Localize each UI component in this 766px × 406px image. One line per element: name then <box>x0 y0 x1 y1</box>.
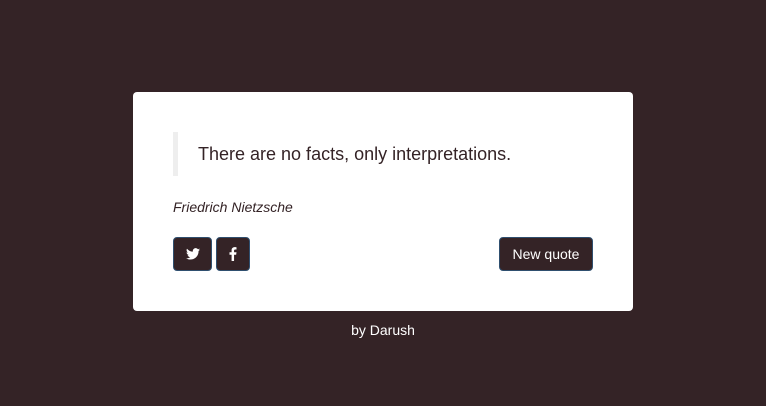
footer-credit: by Darush <box>351 322 415 338</box>
tweet-button[interactable] <box>173 237 212 271</box>
quote-block: There are no facts, only interpretations… <box>173 132 593 176</box>
quote-author: Friedrich Nietzsche <box>173 199 293 215</box>
twitter-icon <box>185 248 200 260</box>
quote-text: There are no facts, only interpretations… <box>198 144 512 164</box>
new-quote-button[interactable]: New quote <box>499 237 593 271</box>
quote-card: There are no facts, only interpretations… <box>133 92 633 311</box>
facebook-share-button[interactable] <box>216 237 250 271</box>
facebook-icon <box>229 247 237 261</box>
